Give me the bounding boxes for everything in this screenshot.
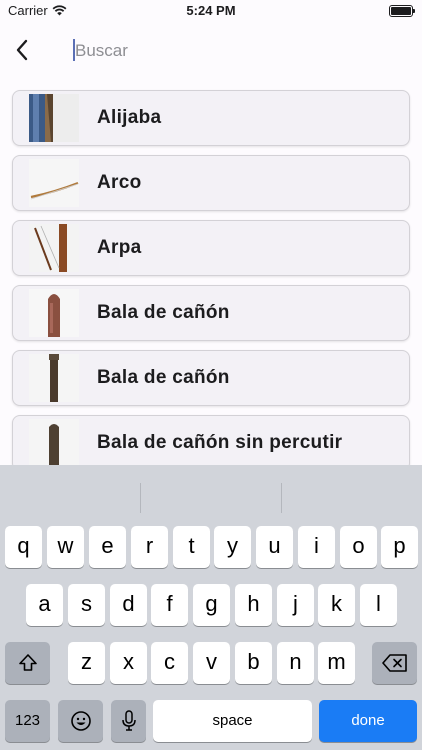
key-h[interactable]: h — [235, 584, 272, 626]
chevron-left-icon — [16, 39, 28, 61]
space-key[interactable]: space — [153, 700, 312, 742]
list-item[interactable]: Bala de cañón — [12, 350, 410, 406]
key-b[interactable]: b — [235, 642, 272, 684]
battery-icon — [389, 5, 415, 17]
key-q[interactable]: q — [5, 526, 42, 568]
suggestion-divider — [281, 483, 282, 513]
key-c[interactable]: c — [151, 642, 188, 684]
item-label: Alijaba — [97, 107, 162, 128]
dictation-key[interactable] — [111, 700, 146, 742]
key-s[interactable]: s — [68, 584, 105, 626]
list-item[interactable]: Bala de cañón — [12, 285, 410, 341]
item-label: Bala de cañón — [97, 302, 230, 323]
suggestion-divider — [140, 483, 141, 513]
key-l[interactable]: l — [360, 584, 397, 626]
key-y[interactable]: y — [214, 526, 251, 568]
list-item[interactable]: Alijaba — [12, 90, 410, 146]
microphone-icon — [121, 710, 136, 731]
list-item[interactable]: Bala de cañón sin percutir — [12, 415, 410, 465]
backspace-icon — [381, 654, 407, 672]
item-label: Arpa — [97, 237, 142, 258]
key-k[interactable]: k — [318, 584, 355, 626]
shift-key[interactable] — [5, 642, 50, 684]
key-g[interactable]: g — [193, 584, 230, 626]
key-j[interactable]: j — [277, 584, 314, 626]
search-input[interactable] — [73, 36, 407, 66]
key-d[interactable]: d — [110, 584, 147, 626]
list-item[interactable]: Arco — [12, 155, 410, 211]
key-i[interactable]: i — [298, 526, 335, 568]
delete-key[interactable] — [372, 642, 417, 684]
clock: 5:24 PM — [186, 3, 236, 18]
key-x[interactable]: x — [110, 642, 147, 684]
item-thumbnail — [29, 159, 79, 207]
shift-icon — [18, 654, 37, 671]
key-a[interactable]: a — [26, 584, 63, 626]
text-cursor — [73, 39, 75, 61]
done-key[interactable]: done — [319, 700, 417, 742]
key-z[interactable]: z — [68, 642, 105, 684]
key-n[interactable]: n — [277, 642, 314, 684]
item-label: Bala de cañón sin percutir — [97, 432, 343, 453]
item-thumbnail — [29, 224, 79, 272]
numbers-key[interactable]: 123 — [5, 700, 50, 742]
key-u[interactable]: u — [256, 526, 293, 568]
item-thumbnail — [29, 419, 79, 465]
item-thumbnail — [29, 289, 79, 337]
key-p[interactable]: p — [381, 526, 418, 568]
key-w[interactable]: w — [47, 526, 84, 568]
back-button[interactable] — [12, 36, 36, 64]
list-item[interactable]: Arpa — [12, 220, 410, 276]
item-label: Bala de cañón — [97, 367, 230, 388]
key-o[interactable]: o — [340, 526, 377, 568]
emoji-key[interactable] — [58, 700, 103, 742]
status-bar: Carrier 5:24 PM — [0, 0, 422, 24]
key-m[interactable]: m — [318, 642, 355, 684]
emoji-icon — [70, 711, 91, 731]
key-v[interactable]: v — [193, 642, 230, 684]
item-thumbnail — [29, 354, 79, 402]
key-t[interactable]: t — [173, 526, 210, 568]
keyboard: q w e r t y u i o p a s d f g h j k l z … — [0, 465, 422, 750]
key-e[interactable]: e — [89, 526, 126, 568]
item-thumbnail — [29, 94, 79, 142]
results-list[interactable]: Alijaba Arco Arpa Bala de cañón Bala de … — [0, 88, 422, 465]
key-f[interactable]: f — [151, 584, 188, 626]
item-label: Arco — [97, 172, 142, 193]
key-r[interactable]: r — [131, 526, 168, 568]
